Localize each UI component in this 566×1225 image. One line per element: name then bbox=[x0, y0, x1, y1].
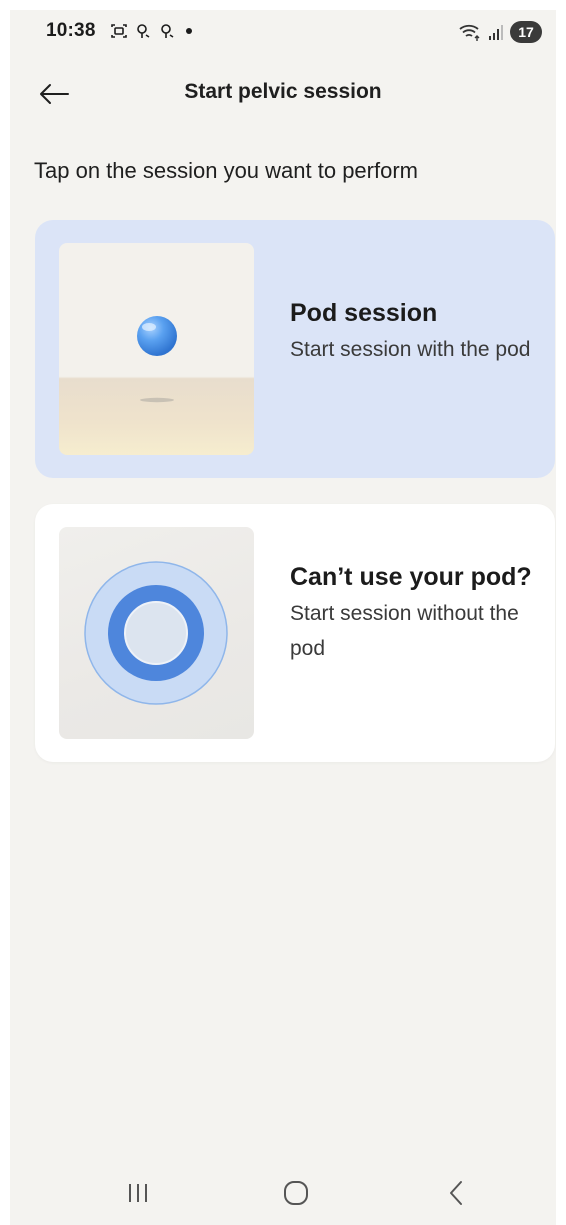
back-icon bbox=[450, 1181, 462, 1205]
battery-indicator: 17 bbox=[510, 21, 542, 43]
wifi-icon bbox=[459, 24, 480, 41]
home-button[interactable] bbox=[266, 1171, 326, 1215]
status-time: 10:38 bbox=[46, 20, 96, 41]
instruction-text: Tap on the session you want to perform bbox=[34, 158, 418, 183]
no-pod-session-card[interactable]: Can’t use your pod? Start session withou… bbox=[35, 504, 555, 762]
card-subtitle: Start session with the pod bbox=[290, 338, 531, 361]
recent-apps-icon bbox=[129, 1184, 147, 1202]
app-header: Start pelvic session bbox=[10, 66, 556, 126]
status-bar: 10:38 17 bbox=[10, 10, 556, 54]
pod-illustration bbox=[59, 243, 254, 455]
system-back-button[interactable] bbox=[426, 1171, 486, 1215]
app-screen: 10:38 17 Start pelvic session Tap on the… bbox=[10, 10, 556, 1225]
signal-icon bbox=[489, 25, 503, 40]
status-system-icons: 17 bbox=[458, 21, 542, 43]
pod-session-text: Pod session Start session with the pod bbox=[290, 296, 545, 367]
page-title: Start pelvic session bbox=[184, 80, 382, 103]
pod-session-card[interactable]: Pod session Start session with the pod bbox=[35, 220, 555, 478]
hotspot-icon bbox=[137, 24, 150, 38]
system-nav-bar bbox=[10, 1165, 556, 1225]
card-title: Pod session bbox=[290, 299, 438, 327]
card-title: Can’t use your pod? bbox=[290, 563, 532, 591]
recent-apps-button[interactable] bbox=[108, 1171, 168, 1215]
pod-ball-icon bbox=[137, 316, 177, 403]
no-pod-session-text: Can’t use your pod? Start session withou… bbox=[290, 560, 545, 666]
card-subtitle: Start session without the pod bbox=[290, 602, 519, 660]
no-pod-illustration bbox=[59, 527, 254, 739]
status-notification-icons bbox=[110, 22, 192, 40]
home-icon bbox=[284, 1181, 308, 1205]
screenshot-icon bbox=[111, 24, 127, 38]
target-ring-icon bbox=[84, 561, 228, 705]
hotspot-icon bbox=[161, 24, 174, 38]
dot-icon bbox=[186, 28, 192, 34]
